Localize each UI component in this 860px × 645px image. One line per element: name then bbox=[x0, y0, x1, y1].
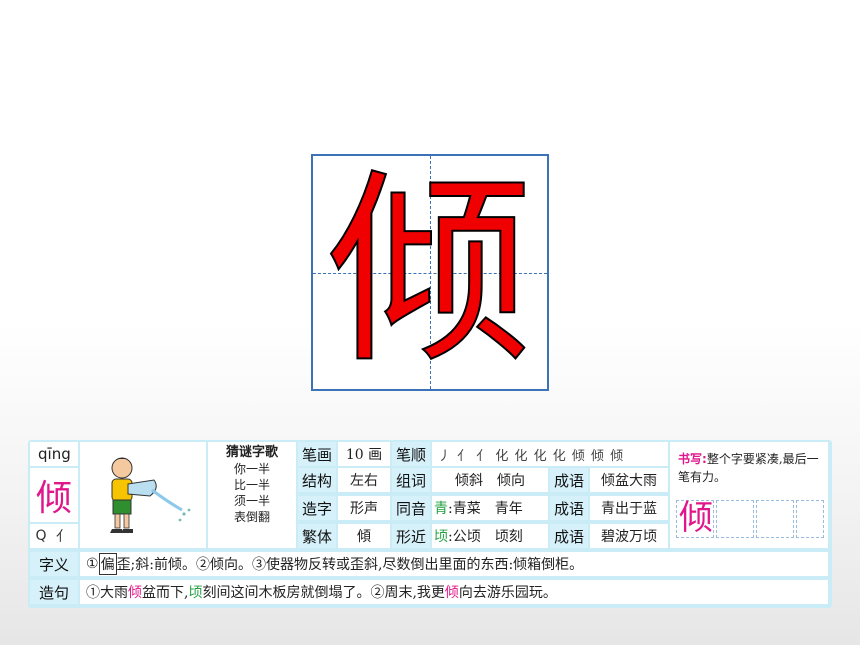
riddle-line: 表倒翻 bbox=[233, 510, 270, 524]
meaning-boxed-char: 偏 bbox=[98, 553, 117, 575]
character-pink: 倾 bbox=[30, 468, 78, 522]
riddle-line: 须一半 bbox=[233, 494, 270, 508]
homophone-label: 同音 bbox=[392, 496, 430, 520]
q-index: Q 亻 bbox=[30, 524, 78, 548]
stroke-order-value: 丿 亻 亻 化 化 化 化 倾 倾 倾 bbox=[432, 442, 668, 466]
idiom-label-2: 成语 bbox=[550, 496, 588, 520]
riddle-line: 你一半 bbox=[233, 462, 270, 476]
riddle-box: 猜谜字歌 你一半 比一半 须一半 表倒翻 bbox=[208, 442, 296, 548]
formation-label: 造字 bbox=[298, 496, 336, 520]
big-character: 倾 bbox=[327, 153, 534, 391]
meaning-content: ① 偏歪;斜:前倾。②倾向。③使器物反转或歪斜,尽数倒出里面的东西:倾箱倒柜。 bbox=[80, 552, 828, 576]
q-letter: Q bbox=[35, 528, 47, 544]
similar-value: 顷 :公顷 顷刻 bbox=[432, 524, 548, 548]
sentence-part: 向去游乐园玩。 bbox=[458, 585, 557, 601]
practice-cell bbox=[756, 500, 794, 538]
idiom-label: 成语 bbox=[550, 468, 588, 492]
structure-value: 左右 bbox=[338, 468, 390, 492]
words-label: 组词 bbox=[392, 468, 430, 492]
stroke-count-label: 笔画 bbox=[298, 442, 336, 466]
meaning-number: ① bbox=[86, 556, 99, 572]
practice-character: 倾 bbox=[679, 498, 713, 538]
riddle-title: 猜谜字歌 bbox=[225, 445, 278, 460]
similar-label: 形近 bbox=[392, 524, 430, 548]
homophone-char: 青 bbox=[434, 501, 448, 517]
traditional-value: 傾 bbox=[338, 524, 390, 548]
idiom-1: 倾盆大雨 bbox=[590, 468, 668, 492]
riddle-line: 比一半 bbox=[233, 478, 270, 492]
sentence-label: 造句 bbox=[30, 580, 78, 604]
q-radical: 亻 bbox=[56, 529, 70, 545]
traditional-label: 繁体 bbox=[298, 524, 336, 548]
boy-pouring-water-icon bbox=[110, 457, 191, 533]
character-grid: 倾 bbox=[311, 154, 549, 391]
meaning-label: 字义 bbox=[30, 552, 78, 576]
writing-practice-grid: 倾 bbox=[670, 492, 828, 548]
meaning-text: 歪;斜:前倾。②倾向。③使器物反转或歪斜,尽数倒出里面的东西:倾箱倒柜。 bbox=[116, 557, 584, 573]
sentence-highlight: 倾 bbox=[128, 585, 142, 601]
sentence-part: ①大雨 bbox=[86, 585, 128, 601]
homophone-value: 青 :青菜 青年 bbox=[432, 496, 548, 520]
structure-label: 结构 bbox=[298, 468, 336, 492]
writing-tip: 书写:整个字要紧凑,最后一笔有力。 bbox=[678, 450, 820, 486]
sentence-content: ①大雨倾盆而下, 顷刻间这间木板房就倒塌了。②周末,我更倾向去游乐园玩。 bbox=[80, 580, 828, 604]
sentence-highlight: 倾 bbox=[444, 585, 459, 601]
sentence-highlight: 顷 bbox=[188, 585, 203, 601]
writing-tip-label: 书写: bbox=[678, 452, 707, 466]
stroke-order-label: 笔顺 bbox=[392, 442, 430, 466]
homophone-words: :青菜 青年 bbox=[448, 501, 523, 517]
practice-cell bbox=[796, 500, 824, 538]
sentence-part: 盆而下, bbox=[142, 585, 189, 601]
pinyin: qīng bbox=[30, 442, 78, 466]
idiom-2: 青出于蓝 bbox=[590, 496, 668, 520]
sentence-part: 刻间这间木板房就倒塌了。②周末,我更 bbox=[202, 585, 445, 601]
idiom-3: 碧波万顷 bbox=[590, 524, 668, 548]
stroke-count-value: 10 画 bbox=[338, 442, 390, 466]
idiom-label-3: 成语 bbox=[550, 524, 588, 548]
character-card: qīng 倾 Q 亻 猜谜字歌 你一半 比一半 须一半 表倒翻 笔画 10 画 bbox=[28, 440, 832, 608]
boy-illustration bbox=[80, 442, 206, 548]
similar-char: 顷 bbox=[434, 529, 448, 545]
similar-words: :公顷 顷刻 bbox=[448, 529, 523, 545]
formation-value: 形声 bbox=[338, 496, 390, 520]
practice-cell bbox=[716, 500, 754, 538]
words-value: 倾斜 倾向 bbox=[432, 468, 548, 492]
